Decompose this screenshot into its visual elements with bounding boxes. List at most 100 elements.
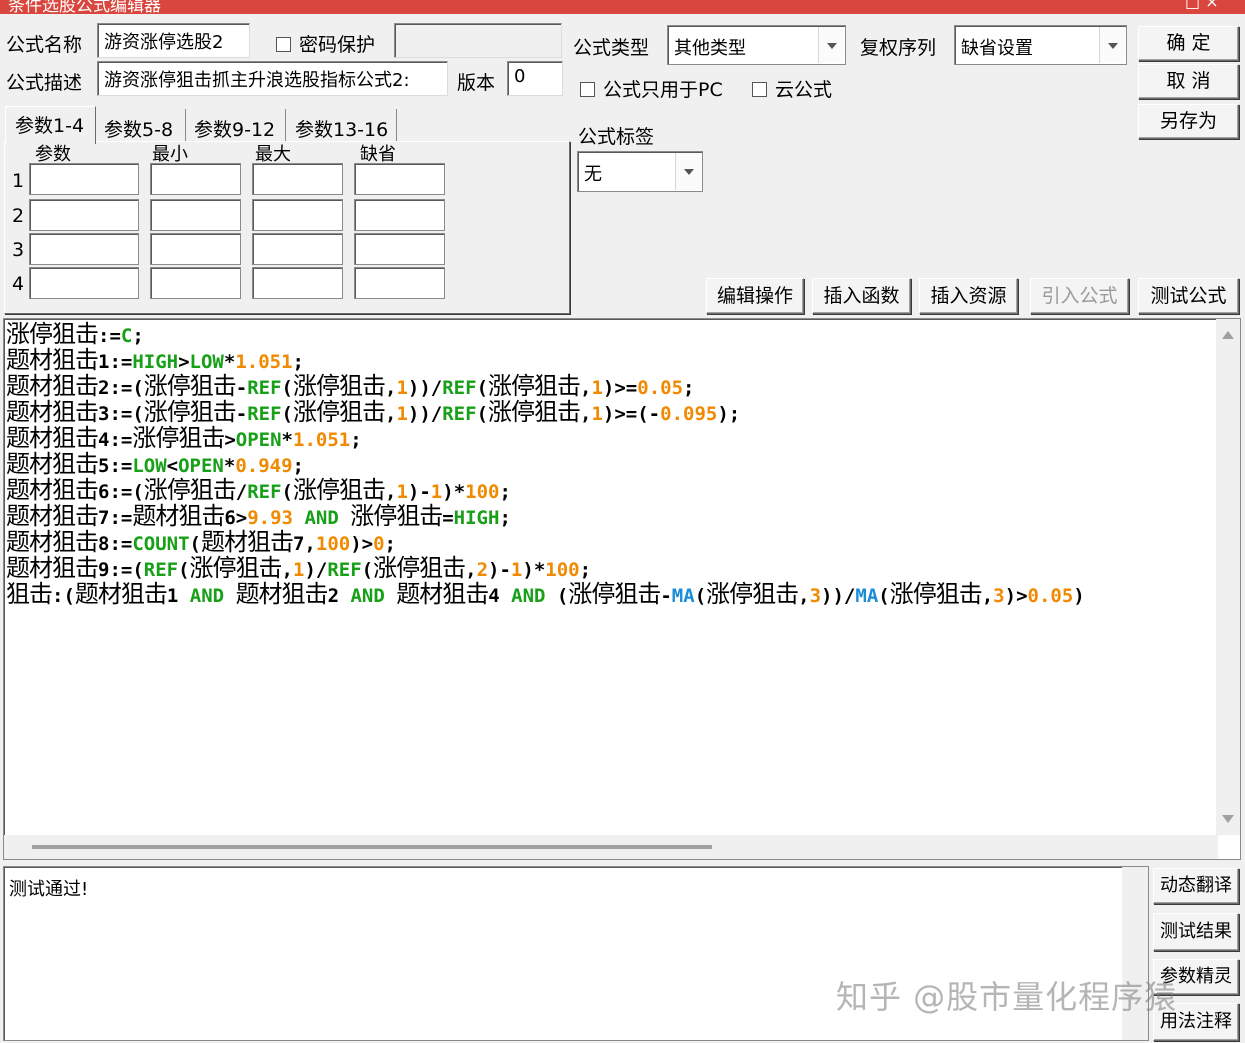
- code-token: 1.051: [235, 351, 293, 373]
- param-default-input[interactable]: [354, 163, 445, 195]
- version-label: 版本: [457, 72, 496, 94]
- param-max-input[interactable]: [252, 233, 343, 265]
- code-line[interactable]: 涨停狙击:=C;: [6, 321, 1218, 347]
- code-token: 100: [465, 481, 500, 503]
- test-result-button[interactable]: 测试结果: [1153, 913, 1239, 951]
- param-name-input[interactable]: [29, 267, 139, 299]
- vertical-scrollbar[interactable]: [1216, 319, 1240, 835]
- formula-tag-value: 无: [584, 164, 602, 185]
- code-token: ;: [292, 351, 304, 373]
- code-token: -: [660, 585, 672, 607]
- code-token: )-: [488, 559, 511, 581]
- code-token: ))/: [821, 585, 856, 607]
- save-as-button[interactable]: 另存为: [1138, 104, 1239, 139]
- code-token: ,: [465, 559, 477, 581]
- chevron-down-icon[interactable]: [1099, 27, 1125, 63]
- code-token: 9:=(: [98, 559, 144, 581]
- code-token: 题材狙击: [6, 372, 99, 400]
- ok-button[interactable]: 确 定: [1138, 26, 1239, 61]
- dynamic-translate-button[interactable]: 动态翻译: [1153, 868, 1239, 904]
- param-name-input[interactable]: [29, 233, 139, 265]
- tab-params-9-12[interactable]: 参数9-12: [189, 109, 286, 141]
- code-line[interactable]: 题材狙击9:=(REF(涨停狙击,1)/REF(涨停狙击,2)-1)*100;: [6, 555, 1218, 581]
- checkbox-box: [752, 82, 767, 97]
- code-line[interactable]: 题材狙击2:=(涨停狙击-REF(涨停狙击,1))/REF(涨停狙击,1)>=0…: [6, 373, 1218, 399]
- code-token: 1.051: [293, 429, 351, 451]
- cancel-button[interactable]: 取 消: [1138, 64, 1239, 99]
- formula-tag-select[interactable]: 无: [577, 151, 703, 192]
- code-token: 涨停狙击: [373, 554, 466, 582]
- code-token: *: [281, 429, 293, 451]
- code-line[interactable]: 题材狙击3:=(涨停狙击-REF(涨停狙击,1))/REF(涨停狙击,1)>=(…: [6, 399, 1218, 425]
- param-max-input[interactable]: [252, 163, 343, 195]
- test-formula-button[interactable]: 测试公式: [1138, 278, 1239, 314]
- param-default-input[interactable]: [354, 267, 445, 299]
- code-token: OPEN: [235, 429, 282, 451]
- scroll-down-icon[interactable]: [1222, 815, 1234, 823]
- insert-function-button[interactable]: 插入函数: [812, 278, 911, 314]
- code-line[interactable]: 题材狙击6:=(涨停狙击/REF(涨停狙击,1)-1)*100;: [6, 477, 1218, 503]
- code-token: (: [694, 585, 707, 607]
- code-token: 1: [396, 403, 408, 425]
- version-input[interactable]: 0: [507, 61, 563, 96]
- code-token: 题材狙击: [200, 528, 294, 556]
- code-token: >: [178, 351, 190, 373]
- chevron-down-icon[interactable]: [818, 27, 844, 63]
- code-token: 题材狙击: [132, 502, 225, 530]
- code-token: 题材狙击: [6, 450, 99, 478]
- insert-resource-button[interactable]: 插入资源: [919, 278, 1018, 314]
- code-line[interactable]: 题材狙击1:=HIGH>LOW*1.051;: [6, 347, 1218, 373]
- cloud-formula-checkbox[interactable]: 云公式: [752, 75, 832, 102]
- param-max-input[interactable]: [252, 199, 343, 231]
- param-max-input[interactable]: [252, 267, 343, 299]
- param-min-input[interactable]: [150, 163, 241, 195]
- code-line[interactable]: 狙击:(题材狙击1 AND 题材狙击2 AND 题材狙击4 AND (涨停狙击-…: [6, 581, 1218, 607]
- password-protect-checkbox[interactable]: 密码保护: [276, 30, 375, 57]
- tab-params-5-8[interactable]: 参数5-8: [99, 109, 186, 141]
- code-line[interactable]: 题材狙击5:=LOW<OPEN*0.949;: [6, 451, 1218, 477]
- code-token: :=: [98, 325, 121, 347]
- param-name-input[interactable]: [29, 163, 139, 195]
- code-token: ;: [499, 481, 511, 503]
- code-token: 6>: [224, 507, 248, 529]
- param-default-input[interactable]: [354, 199, 445, 231]
- password-protect-label: 密码保护: [299, 34, 376, 56]
- password-input[interactable]: [394, 23, 562, 58]
- formula-desc-input[interactable]: 游资涨停狙击抓主升浪选股指标公式2:: [97, 61, 448, 96]
- code-token: *: [223, 351, 236, 373]
- formula-desc-label: 公式描述: [6, 72, 83, 94]
- import-formula-button[interactable]: 引入公式: [1030, 278, 1129, 314]
- formula-type-select[interactable]: 其他类型: [667, 25, 846, 65]
- formula-type-value: 其他类型: [674, 38, 746, 59]
- code-token: LOW: [132, 455, 167, 477]
- param-min-input[interactable]: [150, 233, 241, 265]
- window-controls[interactable]: □ ×: [1185, 0, 1219, 11]
- code-line[interactable]: 题材狙击4:=涨停狙击>OPEN*1.051;: [6, 425, 1218, 451]
- edit-ops-button[interactable]: 编辑操作: [706, 278, 804, 314]
- formula-name-input[interactable]: 游资涨停选股2: [97, 23, 250, 58]
- param-min-input[interactable]: [150, 199, 241, 231]
- tab-params-13-16[interactable]: 参数13-16: [289, 109, 397, 141]
- code-token: 5:=: [98, 455, 133, 477]
- pc-only-checkbox[interactable]: 公式只用于PC: [580, 75, 723, 102]
- code-token: MA: [671, 585, 695, 607]
- scroll-up-icon[interactable]: [1222, 331, 1234, 339]
- scroll-thumb[interactable]: [32, 845, 712, 849]
- param-name-input[interactable]: [29, 199, 139, 231]
- horizontal-scrollbar[interactable]: [4, 835, 1218, 859]
- code-editor[interactable]: 涨停狙击:=C; 题材狙击1:=HIGH>LOW*1.051; 题材狙击2:=(涨停…: [3, 318, 1241, 860]
- param-default-input[interactable]: [354, 233, 445, 265]
- tab-params-1-4[interactable]: 参数1-4: [5, 106, 96, 144]
- code-token: (: [476, 377, 489, 399]
- code-line[interactable]: 题材狙击8:=COUNT(题材狙击7,100)>0;: [6, 529, 1218, 555]
- code-text[interactable]: 涨停狙击:=C; 题材狙击1:=HIGH>LOW*1.051; 题材狙击2:=(涨停…: [6, 321, 1218, 607]
- code-line[interactable]: 题材狙击7:=题材狙击6>9.93 AND 涨停狙击=HIGH;: [6, 503, 1218, 529]
- code-token: *: [223, 455, 236, 477]
- code-token: (: [189, 533, 201, 555]
- code-token: (: [878, 585, 890, 607]
- rights-select[interactable]: 缺省设置: [954, 25, 1127, 65]
- formula-tag-label: 公式标签: [578, 126, 655, 148]
- chevron-down-icon[interactable]: [675, 153, 701, 190]
- code-token: 涨停狙击: [189, 554, 283, 582]
- param-min-input[interactable]: [150, 267, 241, 299]
